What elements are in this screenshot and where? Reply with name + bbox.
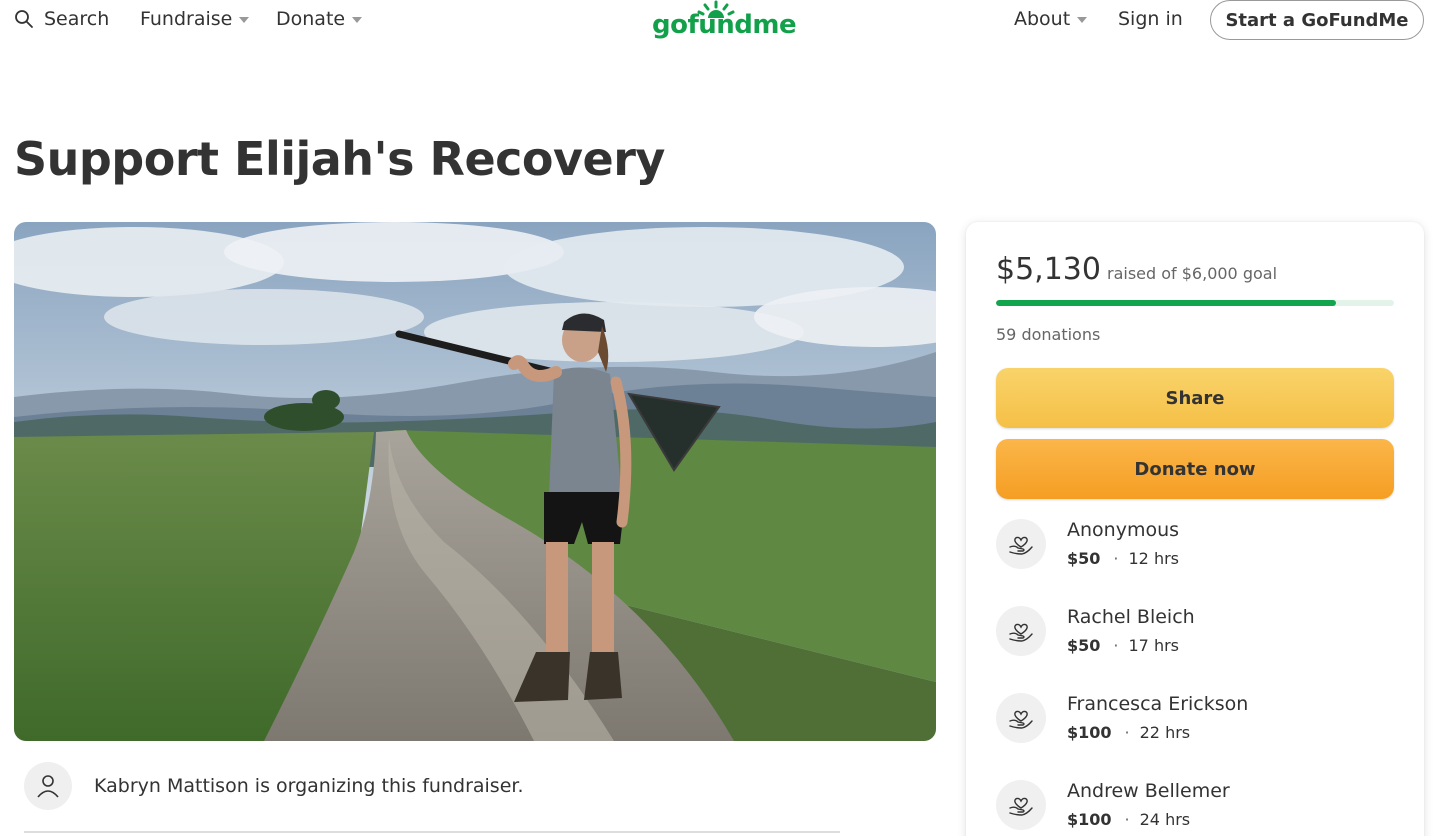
about-label: About (1014, 8, 1071, 30)
donation-meta: $100 · 24 hrs (1067, 810, 1190, 829)
sign-in-link[interactable]: Sign in (1118, 8, 1183, 30)
donation-amount: $100 (1067, 810, 1112, 829)
donation-meta: $50 · 12 hrs (1067, 549, 1179, 568)
donation-item: Francesca Erickson $100 · 22 hrs (996, 693, 1394, 753)
user-icon (37, 775, 59, 798)
search-icon (15, 10, 33, 28)
donation-meta: $100 · 22 hrs (1067, 723, 1190, 742)
donation-amount: $50 (1067, 549, 1101, 568)
goal-text: raised of $6,000 goal (1106, 264, 1278, 283)
search-label: Search (44, 8, 110, 30)
share-button[interactable]: Share (996, 368, 1394, 428)
fundraise-label: Fundraise (140, 8, 233, 30)
organizer-text: Kabryn Mattison is organizing this fundr… (94, 775, 524, 797)
gofundme-logo[interactable]: gofundme (650, 0, 797, 44)
progress-fill (996, 300, 1337, 306)
donation-amount: $50 (1067, 636, 1101, 655)
donate-now-button[interactable]: Donate now (996, 439, 1394, 499)
donation-time: 24 hrs (1139, 810, 1191, 829)
organizer-row: Kabryn Mattison is organizing this fundr… (24, 762, 524, 810)
donate-label: Donate (276, 8, 346, 30)
sign-in-label: Sign in (1118, 8, 1183, 30)
start-gofundme-button[interactable]: Start a GoFundMe (1210, 0, 1424, 40)
donor-name: Anonymous (1067, 519, 1180, 541)
donation-card: $5,130 raised of $6,000 goal 59 donation… (966, 222, 1424, 836)
chevron-down-icon (352, 17, 363, 23)
logo-text: gofundme (652, 10, 797, 40)
hiker-on-trail-image (14, 222, 936, 741)
avatar (24, 762, 72, 810)
donor-name: Andrew Bellemer (1067, 780, 1230, 802)
about-menu[interactable]: About (1014, 8, 1088, 30)
separator-dot: · (1113, 549, 1119, 568)
heart-in-hand-icon (996, 519, 1046, 569)
campaign-photo[interactable] (14, 222, 936, 741)
donation-item: Anonymous $50 · 12 hrs (996, 519, 1394, 579)
progress-bar (996, 300, 1394, 306)
separator-dot: · (1124, 810, 1130, 829)
raised-amount: $5,130 (996, 252, 1101, 287)
donor-name: Rachel Bleich (1067, 606, 1195, 628)
donation-item: Rachel Bleich $50 · 17 hrs (996, 606, 1394, 666)
donate-menu[interactable]: Donate (276, 8, 363, 30)
donation-item: Andrew Bellemer $100 · 24 hrs (996, 780, 1394, 836)
donation-time: 12 hrs (1128, 549, 1180, 568)
chevron-down-icon (239, 17, 250, 23)
top-nav: Search Fundraise Donate gofundme About S… (0, 0, 1456, 44)
chevron-down-icon (1077, 17, 1088, 23)
donation-count[interactable]: 59 donations (996, 325, 1100, 344)
heart-in-hand-icon (996, 780, 1046, 830)
fundraise-menu[interactable]: Fundraise (140, 8, 250, 30)
donor-name: Francesca Erickson (1067, 693, 1249, 715)
page-title: Support Elijah's Recovery (14, 132, 665, 186)
raised-summary: $5,130 raised of $6,000 goal (996, 252, 1277, 287)
separator-dot: · (1124, 723, 1130, 742)
donation-meta: $50 · 17 hrs (1067, 636, 1179, 655)
donation-time: 17 hrs (1128, 636, 1180, 655)
heart-in-hand-icon (996, 693, 1046, 743)
search-link[interactable]: Search (14, 8, 109, 30)
separator-dot: · (1113, 636, 1119, 655)
donation-amount: $100 (1067, 723, 1112, 742)
donation-time: 22 hrs (1139, 723, 1191, 742)
divider (24, 831, 840, 833)
heart-in-hand-icon (996, 606, 1046, 656)
